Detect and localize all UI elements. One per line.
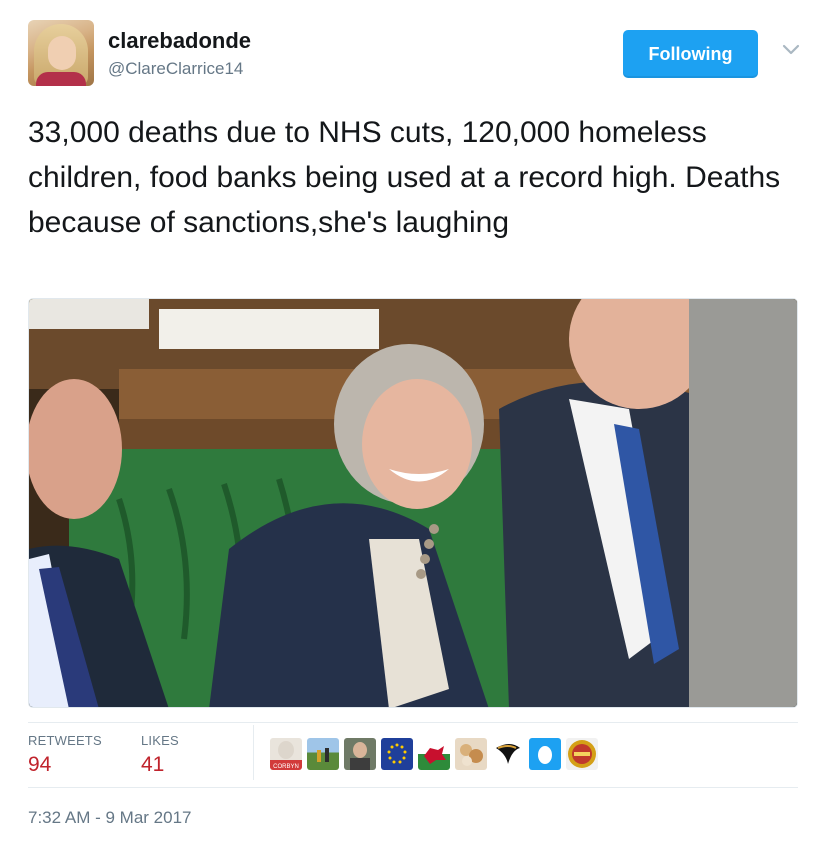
chevron-down-icon[interactable]: [781, 40, 801, 60]
liker-avatar-eu-flag[interactable]: [381, 738, 413, 770]
liker-avatar-corbyn[interactable]: CORBYN: [270, 738, 302, 770]
liker-avatar-food[interactable]: [455, 738, 487, 770]
tweet-text: 33,000 deaths due to NHS cuts, 120,000 h…: [28, 116, 781, 239]
liker-avatar-egg[interactable]: [529, 738, 561, 770]
tweet-timestamp[interactable]: 7:32 AM - 9 Mar 2017: [28, 808, 191, 828]
likes-label[interactable]: LIKES: [141, 733, 179, 748]
display-name[interactable]: clarebadonde: [108, 28, 251, 54]
avatar[interactable]: [28, 20, 94, 86]
likes-count[interactable]: 41: [141, 753, 164, 777]
stats-separator: [253, 725, 254, 780]
tweet-photo[interactable]: [28, 298, 798, 708]
user-handle[interactable]: @ClareClarrice14: [108, 59, 243, 79]
corbyn-caption: CORBYN: [273, 764, 299, 770]
liker-avatar-swoosh[interactable]: [492, 738, 524, 770]
liker-avatar-badge[interactable]: [566, 738, 598, 770]
retweets-count[interactable]: 94: [28, 753, 51, 777]
liker-avatar-field[interactable]: [307, 738, 339, 770]
photo-illustration: [29, 299, 797, 707]
divider-top: [28, 722, 798, 723]
liker-avatar-man[interactable]: [344, 738, 376, 770]
retweets-label[interactable]: RETWEETS: [28, 733, 102, 748]
divider-bottom: [28, 787, 798, 788]
liker-avatar-welsh-flag[interactable]: [418, 738, 450, 770]
following-button[interactable]: Following: [623, 30, 758, 78]
liker-avatars: CORBYN: [270, 738, 598, 772]
